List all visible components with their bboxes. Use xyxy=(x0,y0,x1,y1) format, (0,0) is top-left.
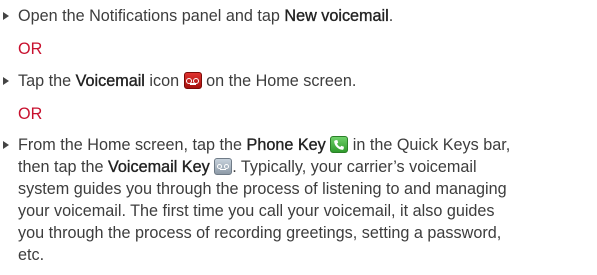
step-3-text-a: From the Home screen, tap the xyxy=(18,136,247,154)
step-1-text-b: . xyxy=(388,7,394,25)
voicemail-label: Voicemail xyxy=(75,72,145,90)
step-3-text-d: . Typically, your carrier’s voicemail xyxy=(232,158,477,176)
bullet-arrow-icon xyxy=(3,77,9,85)
phone-key-icon xyxy=(330,136,349,153)
voicemail-app-icon xyxy=(183,72,202,89)
step-1-text: Open the Notifications panel and tap New… xyxy=(18,6,393,27)
or-separator-1: OR xyxy=(18,40,43,58)
or-separator-2: OR xyxy=(18,105,43,123)
step-2-text-c: on the Home screen. xyxy=(201,72,357,90)
bullet-arrow-icon xyxy=(3,12,9,20)
step-3-line-5: you through the process of recording gre… xyxy=(18,224,502,242)
step-2-text-a: Tap the xyxy=(18,72,76,90)
step-2-text-b: icon xyxy=(144,72,184,90)
step-3-line-1: From the Home screen, tap the Phone Key … xyxy=(18,135,510,156)
step-3-text-b: in the Quick Keys bar, xyxy=(348,136,511,154)
bullet-arrow-icon xyxy=(3,141,9,149)
instruction-document: Open the Notifications panel and tap New… xyxy=(0,0,597,275)
voicemail-key-icon xyxy=(214,158,233,175)
step-2-text: Tap the Voicemail icon on the Home scree… xyxy=(18,71,356,92)
voicemail-key-label: Voicemail Key xyxy=(108,158,210,176)
step-3-line-6: etc. xyxy=(18,246,45,264)
step-3-text-c: then tap the xyxy=(18,158,109,176)
step-3-line-3: system guides you through the process of… xyxy=(18,180,507,198)
phone-key-label: Phone Key xyxy=(246,136,326,154)
step-3-line-2: then tap the Voicemail Key . Typically, … xyxy=(18,157,477,178)
step-1-text-a: Open the Notifications panel and tap xyxy=(18,7,285,25)
step-3-line-4: your voicemail. The first time you call … xyxy=(18,202,495,220)
new-voicemail-label: New voicemail xyxy=(284,7,389,25)
